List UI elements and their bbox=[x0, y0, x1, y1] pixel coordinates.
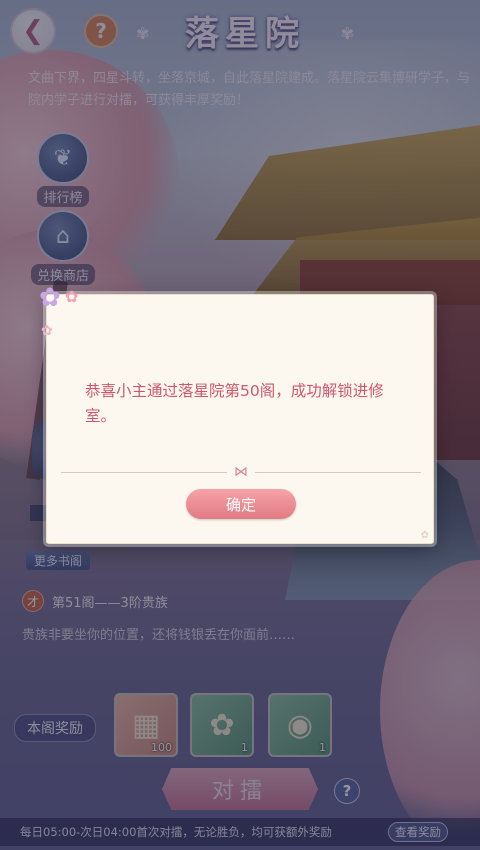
confirm-button[interactable]: 确定 bbox=[186, 489, 296, 519]
dialog-message: 恭喜小主通过落星院第50阁，成功解锁进修室。 bbox=[85, 382, 384, 425]
corner-ornament-icon: ✿ bbox=[420, 530, 429, 541]
flower-icon: ✿ bbox=[39, 283, 61, 313]
bow-icon: ⋈ bbox=[227, 463, 255, 481]
flower-icon: ✿ bbox=[65, 287, 79, 306]
flower-icon: ✿ bbox=[41, 323, 53, 339]
unlock-dialog: ✿ ✿ ✿ 恭喜小主通过落星院第50阁，成功解锁进修室。 ⋈ 确定 ✿ bbox=[39, 283, 434, 544]
